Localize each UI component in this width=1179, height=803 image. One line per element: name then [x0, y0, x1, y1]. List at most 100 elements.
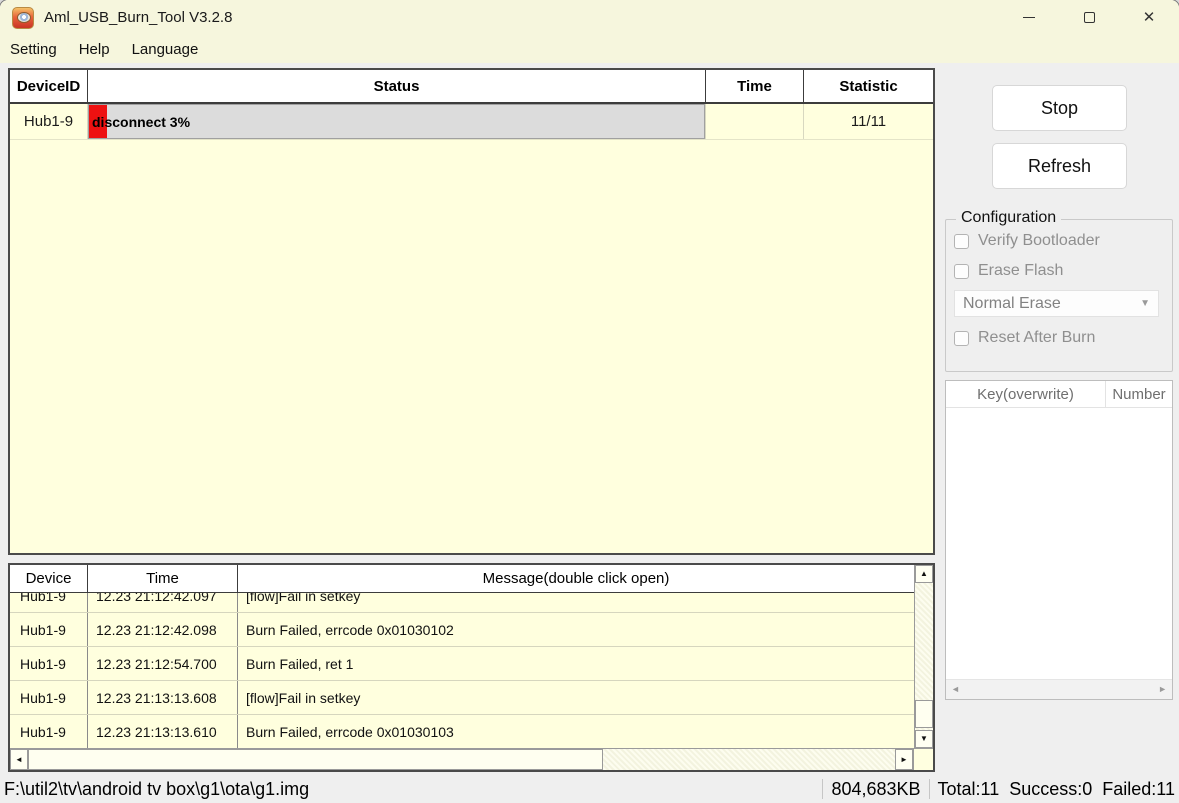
- message-table: Device Time Message(double click open) H…: [8, 563, 935, 772]
- status-cell: disconnect 3%: [88, 104, 706, 139]
- header-deviceid[interactable]: DeviceID: [10, 70, 88, 102]
- message-table-body: Hub1-912.23 21:12:42.097[flow]Fail in se…: [10, 593, 914, 748]
- scroll-down-button[interactable]: ▼: [915, 730, 933, 748]
- image-file-size: 804,683KB: [831, 779, 920, 800]
- scroll-left-button[interactable]: ◄: [10, 749, 28, 770]
- up-arrow-icon: ▲: [920, 570, 928, 578]
- left-arrow-icon: ◄: [15, 756, 23, 764]
- refresh-button[interactable]: Refresh: [992, 143, 1127, 189]
- message-time-cell: 12.23 21:12:54.700: [88, 647, 238, 680]
- horizontal-scroll-thumb[interactable]: [28, 749, 603, 770]
- key-table-header: Key(overwrite) Number: [946, 381, 1172, 408]
- app-window: Aml_USB_Burn_Tool V3.2.8 ✕ Setting Help …: [0, 0, 1179, 803]
- verify-bootloader-option[interactable]: Verify Bootloader: [954, 232, 1172, 250]
- message-device-cell: Hub1-9: [10, 681, 88, 714]
- key-table: Key(overwrite) Number ◄ ►: [945, 380, 1173, 700]
- verify-bootloader-label: Verify Bootloader: [978, 232, 1100, 250]
- message-message-cell: Burn Failed, ret 1: [238, 647, 914, 680]
- window-title: Aml_USB_Burn_Tool V3.2.8: [44, 9, 232, 26]
- device-table: DeviceID Status Time Statistic Hub1-9 di…: [8, 68, 935, 555]
- menu-language[interactable]: Language: [132, 41, 199, 58]
- erase-flash-checkbox[interactable]: [954, 264, 969, 279]
- configuration-title: Configuration: [956, 209, 1061, 227]
- header-key-overwrite[interactable]: Key(overwrite): [946, 381, 1106, 407]
- header-device[interactable]: Device: [10, 565, 88, 592]
- maximize-icon: [1084, 12, 1095, 23]
- header-time[interactable]: Time: [706, 70, 804, 102]
- device-table-header: DeviceID Status Time Statistic: [10, 70, 933, 104]
- message-row[interactable]: Hub1-912.23 21:12:42.097[flow]Fail in se…: [10, 593, 914, 613]
- caption-buttons: ✕: [999, 0, 1179, 35]
- status-separator: [822, 779, 823, 799]
- message-device-cell: Hub1-9: [10, 715, 88, 748]
- scrollbar-corner: [913, 749, 933, 770]
- key-table-body: [946, 408, 1172, 679]
- message-row[interactable]: Hub1-912.23 21:13:13.608[flow]Fail in se…: [10, 681, 914, 715]
- message-message-cell: Burn Failed, errcode 0x01030102: [238, 613, 914, 646]
- header-number[interactable]: Number: [1106, 381, 1172, 407]
- vertical-scroll-thumb[interactable]: [915, 700, 933, 728]
- message-rows: Hub1-912.23 21:12:42.097[flow]Fail in se…: [10, 593, 914, 748]
- close-button[interactable]: ✕: [1119, 0, 1179, 35]
- message-device-cell: Hub1-9: [10, 593, 88, 612]
- verify-bootloader-checkbox[interactable]: [954, 234, 969, 249]
- right-arrow-icon[interactable]: ►: [1158, 685, 1167, 694]
- erase-mode-select[interactable]: Normal Erase ▼: [954, 290, 1159, 317]
- statistic-cell: 11/11: [804, 104, 933, 139]
- app-icon: [12, 7, 34, 29]
- key-table-scrollbar[interactable]: ◄ ►: [946, 679, 1172, 699]
- configuration-group: Configuration Verify Bootloader Erase Fl…: [945, 219, 1173, 372]
- device-id-cell: Hub1-9: [10, 104, 88, 139]
- message-time-cell: 12.23 21:12:42.098: [88, 613, 238, 646]
- scroll-right-button[interactable]: ►: [895, 749, 913, 770]
- left-arrow-icon[interactable]: ◄: [951, 685, 960, 694]
- header-msg-time[interactable]: Time: [88, 565, 238, 592]
- message-device-cell: Hub1-9: [10, 613, 88, 646]
- menu-bar: Setting Help Language: [0, 35, 1179, 63]
- menu-help[interactable]: Help: [79, 41, 110, 58]
- erase-mode-value: Normal Erase: [963, 295, 1140, 313]
- reset-after-burn-checkbox[interactable]: [954, 331, 969, 346]
- message-device-cell: Hub1-9: [10, 647, 88, 680]
- header-status[interactable]: Status: [88, 70, 706, 102]
- scroll-up-button[interactable]: ▲: [915, 565, 933, 583]
- chevron-down-icon: ▼: [1140, 298, 1150, 309]
- vertical-scroll-track[interactable]: [915, 583, 933, 730]
- message-time-cell: 12.23 21:13:13.608: [88, 681, 238, 714]
- progress-label: disconnect 3%: [92, 114, 190, 130]
- close-icon: ✕: [1143, 10, 1156, 25]
- message-time-cell: 12.23 21:12:42.097: [88, 593, 238, 612]
- status-separator: [929, 779, 930, 799]
- maximize-button[interactable]: [1059, 0, 1119, 35]
- erase-flash-option[interactable]: Erase Flash: [954, 262, 1172, 280]
- status-bar: F:\util2\tv\android tv box\g1\ota\g1.img…: [0, 775, 1179, 803]
- message-row[interactable]: Hub1-912.23 21:13:13.610Burn Failed, err…: [10, 715, 914, 748]
- message-message-cell: [flow]Fail in setkey: [238, 593, 914, 612]
- message-time-cell: 12.23 21:13:13.610: [88, 715, 238, 748]
- right-arrow-icon: ►: [900, 756, 908, 764]
- minimize-icon: [1023, 17, 1035, 18]
- menu-setting[interactable]: Setting: [10, 41, 57, 58]
- message-vertical-scrollbar[interactable]: ▲ ▼: [914, 565, 933, 748]
- down-arrow-icon: ▼: [920, 735, 928, 743]
- header-message[interactable]: Message(double click open): [238, 565, 914, 592]
- burn-totals: Total:11 Success:0 Failed:11: [938, 779, 1175, 800]
- title-bar: Aml_USB_Burn_Tool V3.2.8 ✕: [0, 0, 1179, 35]
- message-row[interactable]: Hub1-912.23 21:12:54.700Burn Failed, ret…: [10, 647, 914, 681]
- time-cell: [706, 104, 804, 139]
- minimize-button[interactable]: [999, 0, 1059, 35]
- stop-button[interactable]: Stop: [992, 85, 1127, 131]
- message-table-header: Device Time Message(double click open): [10, 565, 914, 593]
- header-statistic[interactable]: Statistic: [804, 70, 933, 102]
- image-file-path: F:\util2\tv\android tv box\g1\ota\g1.img: [4, 779, 814, 800]
- device-row[interactable]: Hub1-9 disconnect 3% 11/11: [10, 104, 933, 140]
- message-message-cell: [flow]Fail in setkey: [238, 681, 914, 714]
- erase-flash-label: Erase Flash: [978, 262, 1063, 280]
- burn-progress-bar: disconnect 3%: [88, 104, 705, 139]
- message-row[interactable]: Hub1-912.23 21:12:42.098Burn Failed, err…: [10, 613, 914, 647]
- horizontal-scroll-track[interactable]: [28, 749, 895, 770]
- message-horizontal-scrollbar[interactable]: ◄ ►: [10, 748, 933, 770]
- reset-after-burn-label: Reset After Burn: [978, 329, 1095, 347]
- message-message-cell: Burn Failed, errcode 0x01030103: [238, 715, 914, 748]
- reset-after-burn-option[interactable]: Reset After Burn: [954, 329, 1172, 347]
